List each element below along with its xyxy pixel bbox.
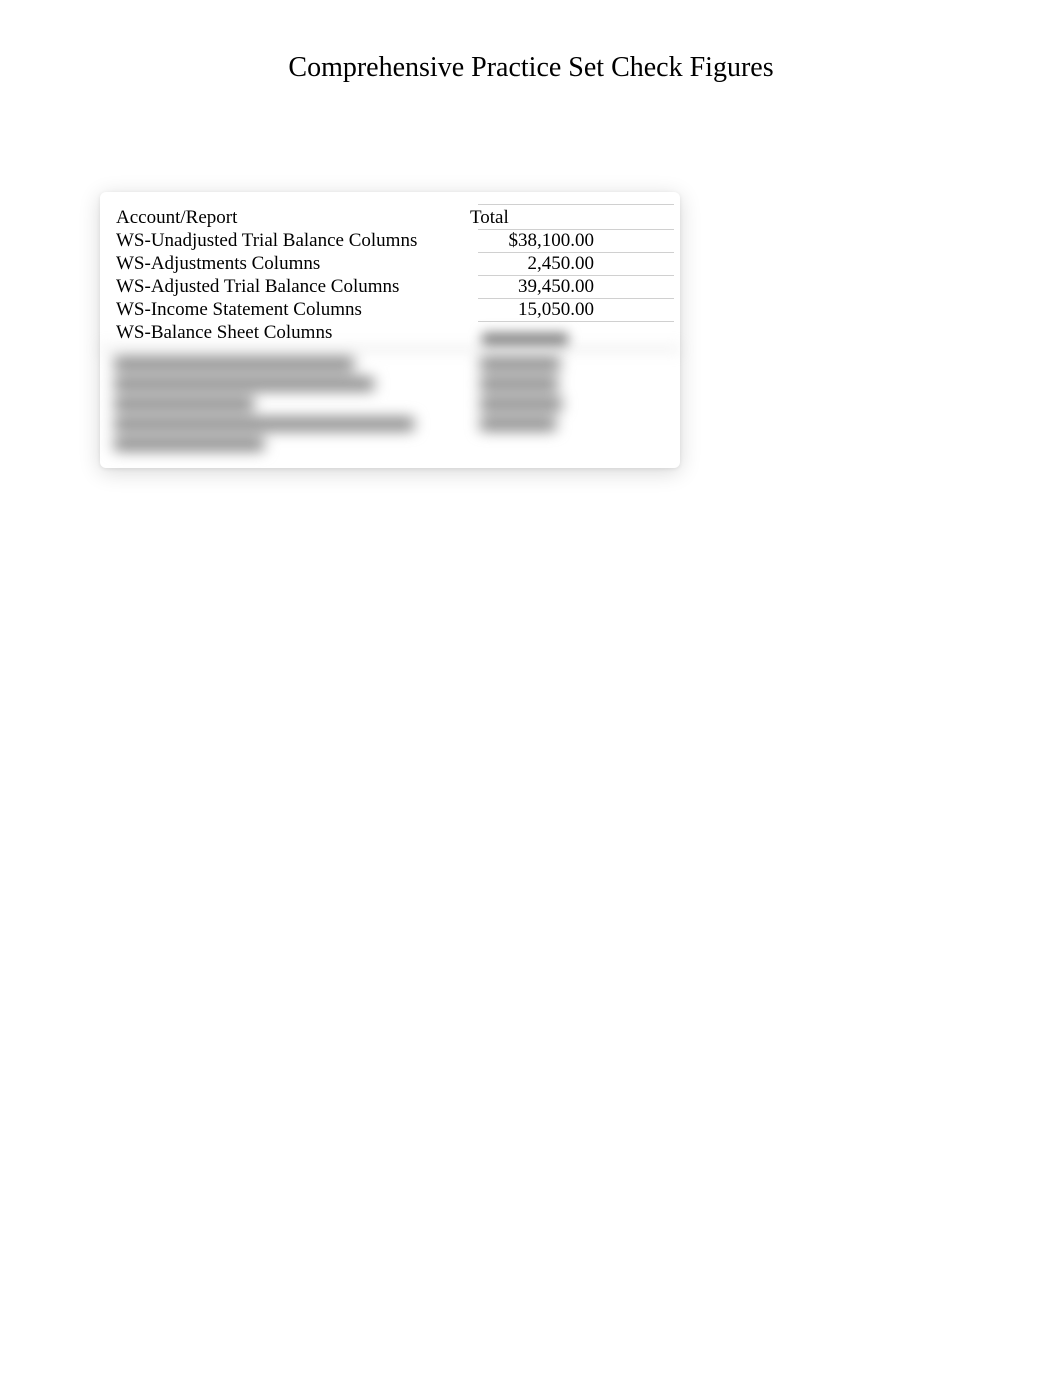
blurred-line [100,414,680,434]
row-total: 39,450.00 [470,276,600,298]
table-row: WS-Balance Sheet Columns [100,321,680,344]
table-row: WS-Adjusted Trial Balance Columns 39,450… [100,275,680,298]
row-total: $38,100.00 [470,230,600,252]
header-account-report: Account/Report [100,207,470,229]
table-header-row: Account/Report Total [100,206,680,229]
row-total: 2,450.00 [470,253,600,275]
row-label: WS-Adjustments Columns [100,253,470,275]
row-label: WS-Income Statement Columns [100,299,470,321]
row-label: WS-Adjusted Trial Balance Columns [100,276,470,298]
blurred-preview-section [100,348,680,454]
page-title: Comprehensive Practice Set Check Figures [0,0,1062,84]
table-row: WS-Unadjusted Trial Balance Columns $38,… [100,229,680,252]
header-total: Total [470,207,600,229]
blurred-line [100,374,680,394]
blurred-line [100,394,680,414]
row-total: 15,050.00 [470,299,600,321]
row-label: WS-Balance Sheet Columns [100,322,470,344]
blurred-line [100,434,680,454]
table-row: WS-Adjustments Columns 2,450.00 [100,252,680,275]
blurred-line [100,354,680,374]
row-label: WS-Unadjusted Trial Balance Columns [100,230,470,252]
table-row: WS-Income Statement Columns 15,050.00 [100,298,680,321]
blurred-value [482,333,568,346]
figures-card: Account/Report Total WS-Unadjusted Trial… [100,192,680,468]
